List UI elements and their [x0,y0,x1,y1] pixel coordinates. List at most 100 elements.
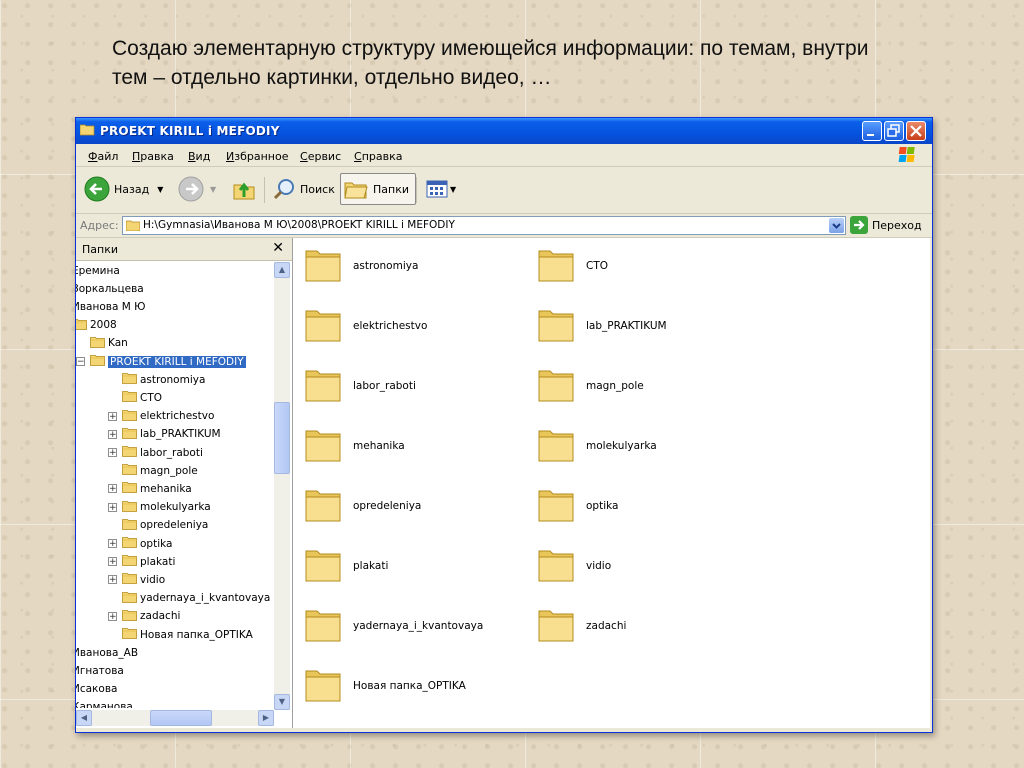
tree-item[interactable]: Новая папка_OPTIKA [108,626,253,643]
views-button[interactable]: ▼ [426,173,456,205]
folder-item[interactable]: yadernaya_i_kvantovaya [303,604,523,648]
folder-item[interactable]: molekulyarka [536,424,756,468]
tree-horizontal-scrollbar[interactable]: ◀ ▶ [76,710,274,726]
forward-button[interactable]: ▼ [178,173,216,205]
tree-item[interactable]: opredeleniya [108,517,208,534]
folder-item[interactable]: Новая папка_OPTIKA [303,664,523,708]
tree-item[interactable]: magn_pole [108,462,198,479]
tree-item-label: Новая папка_OPTIKA [140,628,253,641]
tree-item[interactable]: + optika [108,535,172,552]
folder-item[interactable]: zadachi [536,604,756,648]
expand-icon[interactable]: + [108,429,117,439]
views-icon [426,180,448,198]
views-dropdown-icon[interactable]: ▼ [450,185,456,194]
tree-item-label: 2008 [90,319,117,332]
expand-icon[interactable]: + [108,575,117,585]
search-button[interactable]: Поиск [272,173,335,205]
tree-item[interactable]: + zadachi [108,608,180,625]
tree-item[interactable]: Kan [90,335,128,352]
menu-tools[interactable]: Сервис [300,150,341,163]
tree-item[interactable]: Зоркальцева [76,280,144,297]
tree-item[interactable]: Исакова [76,681,117,698]
folder-icon [122,536,137,551]
expand-icon[interactable]: + [108,539,117,549]
folder-label: yadernaya_i_kvantovaya [353,620,484,632]
folder-icon [536,306,576,347]
tree-item[interactable]: + plakati [108,553,175,570]
scroll-right-button[interactable]: ▶ [258,710,274,726]
forward-dropdown-icon[interactable]: ▼ [210,185,216,194]
address-input[interactable]: H:\Gymnasia\Иванова М Ю\2008\PROEKT KIRI… [122,216,846,235]
address-dropdown-button[interactable] [829,218,844,233]
tree-item[interactable]: 2008 [76,317,117,334]
close-pane-icon[interactable]: ✕ [272,240,284,256]
menu-edit[interactable]: Правка [132,150,174,163]
folder-item[interactable]: lab_PRAKTIKUM [536,304,756,348]
folder-item[interactable]: labor_raboti [303,364,523,408]
tree-item[interactable]: + vidio [108,571,165,588]
folder-icon [303,606,343,647]
scroll-left-button[interactable]: ◀ [76,710,92,726]
tree-item-label: opredeleniya [140,519,209,532]
scroll-thumb[interactable] [274,402,290,474]
tree-item[interactable]: Игнатова [76,662,124,679]
tree-item-label: vidio [140,573,166,586]
expand-icon[interactable]: + [108,502,117,512]
folder-item[interactable]: optika [536,484,756,528]
tree-item[interactable]: yadernaya_i_kvantovaya [108,590,270,607]
tree-item[interactable]: + elektrichestvo [108,408,214,425]
folder-item[interactable]: elektrichestvo [303,304,523,348]
go-button[interactable]: Переход [850,216,922,234]
folder-icon [122,463,137,478]
tree-item[interactable]: CTO [108,389,162,406]
folder-icon [536,606,576,647]
folder-icon [536,246,576,287]
back-dropdown-icon[interactable]: ▼ [157,185,163,194]
tree-item[interactable]: − PROEKT KIRILL i MEFODIY [76,353,246,370]
expand-icon[interactable]: + [108,448,117,458]
tree-item-label: magn_pole [140,464,198,477]
menu-help[interactable]: Справка [354,150,402,163]
menu-file[interactable]: Файл [88,150,118,163]
tree-item[interactable]: + mehanika [108,480,192,497]
expand-icon[interactable]: + [108,611,117,621]
tree-item[interactable]: Карманова [76,699,133,708]
restore-button[interactable] [884,121,904,141]
tree-item[interactable]: Иванова_АВ [76,644,138,661]
collapse-icon[interactable]: − [76,357,85,367]
folder-label: molekulyarka [586,440,657,452]
expand-icon[interactable]: + [108,484,117,494]
expand-icon[interactable]: + [108,557,117,567]
tree-item[interactable]: Иванова М Ю [76,298,145,315]
close-button[interactable] [906,121,926,141]
folder-item[interactable]: vidio [536,544,756,588]
tree-vertical-scrollbar[interactable]: ▲ ▼ [274,262,290,710]
folder-item[interactable]: magn_pole [536,364,756,408]
minimize-button[interactable] [862,121,882,141]
title-bar[interactable]: PROEKT KIRILL i MEFODIY [76,118,932,144]
tree-item[interactable]: + molekulyarka [108,499,211,516]
menu-view[interactable]: Вид [188,150,210,163]
tree-item[interactable]: + labor_raboti [108,444,203,461]
close-icon [910,125,922,137]
tree-item-label: molekulyarka [140,501,211,514]
tree-item[interactable]: + lab_PRAKTIKUM [108,426,221,443]
back-button[interactable]: Назад ▼ [84,173,163,205]
folder-item[interactable]: astronomiya [303,244,523,288]
expand-icon[interactable]: + [108,411,117,421]
scroll-up-button[interactable]: ▲ [274,262,290,278]
folder-item[interactable]: opredeleniya [303,484,523,528]
folder-label: zadachi [586,620,627,632]
folder-item[interactable]: mehanika [303,424,523,468]
folder-item[interactable]: CTO [536,244,756,288]
folder-label: astronomiya [353,260,419,272]
scroll-down-button[interactable]: ▼ [274,694,290,710]
menu-favorites[interactable]: Избранное [226,150,288,163]
folders-button[interactable]: Папки [340,173,416,205]
horizontal-scroll-thumb[interactable] [150,710,212,726]
tree-item[interactable]: Еремина [76,262,120,279]
tree-item[interactable]: astronomiya [108,371,205,388]
folder-item[interactable]: plakati [303,544,523,588]
chevron-down-icon [832,223,841,229]
up-folder-button[interactable] [232,173,256,205]
